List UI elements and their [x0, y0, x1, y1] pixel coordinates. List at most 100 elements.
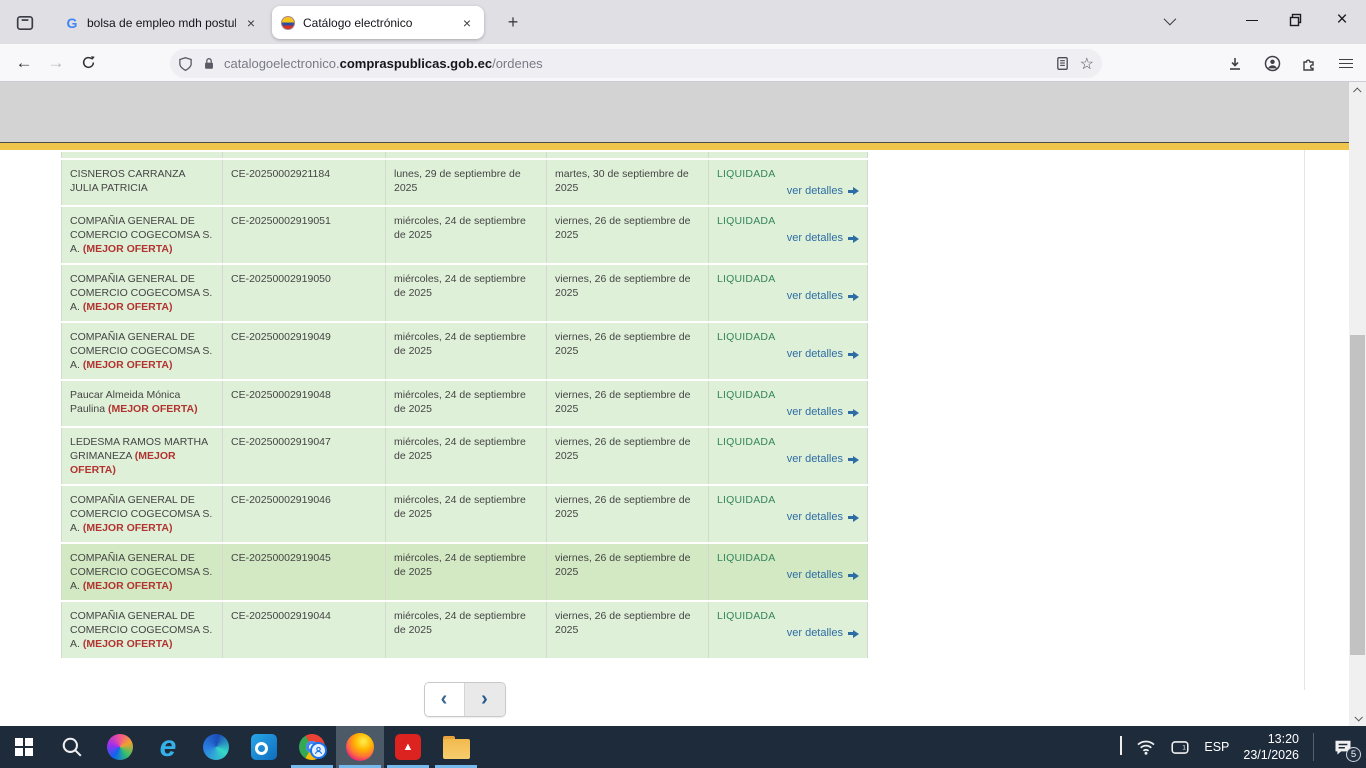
end-date-cell: viernes, 26 de septiembre de 2025: [547, 486, 709, 542]
ver-detalles-link[interactable]: ver detalles: [787, 627, 843, 639]
taskbar-search-button[interactable]: [48, 726, 96, 768]
status-badge: LIQUIDADA: [717, 609, 859, 623]
firefox-view-icon[interactable]: [10, 11, 40, 35]
order-code-cell: CE-20250002919047: [223, 428, 386, 484]
tray-expand-button[interactable]: [1120, 738, 1122, 756]
account-icon: [1264, 55, 1281, 72]
status-badge: LIQUIDADA: [717, 272, 859, 286]
tab-title: bolsa de empleo mdh postular: [87, 16, 236, 30]
tab-close-icon[interactable]: ×: [242, 15, 260, 31]
scroll-down-button[interactable]: [1349, 709, 1366, 726]
scroll-up-button[interactable]: [1349, 82, 1366, 99]
reload-button[interactable]: [72, 49, 104, 77]
order-code-cell: CE-20250002919045: [223, 544, 386, 600]
shield-icon: [178, 56, 193, 72]
system-tray: 1 ESP 13:20 23/1/2026 5: [1120, 726, 1366, 768]
end-date-cell: martes, 30 de septiembre de 2025: [547, 160, 709, 205]
chevron-up-icon: [1120, 736, 1122, 755]
chevron-down-icon: [1163, 12, 1176, 25]
wifi-icon[interactable]: [1136, 739, 1156, 755]
chevron-down-icon: [1354, 713, 1362, 721]
arrow-right-icon: [848, 511, 859, 525]
new-tab-button[interactable]: +: [500, 10, 526, 36]
tab-bolsa-empleo[interactable]: G bolsa de empleo mdh postular ×: [56, 6, 268, 39]
ver-detalles-link[interactable]: ver detalles: [787, 348, 843, 360]
tab-catalogo-electronico[interactable]: Catálogo electrónico ×: [272, 6, 484, 39]
scrollbar-thumb[interactable]: [1350, 335, 1365, 655]
ver-detalles-link[interactable]: ver detalles: [787, 453, 843, 465]
start-date-cell: lunes, 29 de septiembre de 2025: [386, 160, 547, 205]
arrow-right-icon: [848, 627, 859, 641]
table-row: COMPAÑIA GENERAL DE COMERCIO COGECOMSA S…: [61, 207, 868, 263]
prev-page-button[interactable]: ‹: [425, 683, 465, 716]
taskbar-clock[interactable]: 13:20 23/1/2026: [1243, 731, 1299, 763]
ver-detalles-link[interactable]: ver detalles: [787, 232, 843, 244]
downloads-button[interactable]: [1221, 50, 1249, 78]
notification-center-button[interactable]: 5: [1328, 732, 1358, 762]
forward-button[interactable]: →: [40, 49, 72, 77]
firefox-button[interactable]: [336, 726, 384, 768]
end-date-cell: viernes, 26 de septiembre de 2025: [547, 323, 709, 379]
provider-cell: COMPAÑIA GENERAL DE COMERCIO COGECOMSA S…: [61, 323, 223, 379]
chrome-button[interactable]: [288, 726, 336, 768]
ver-detalles-link[interactable]: ver detalles: [787, 511, 843, 523]
orders-table-body: CISNEROS CARRANZA JULIA PATRICIA CE-2025…: [61, 152, 868, 658]
internet-explorer-button[interactable]: e: [144, 726, 192, 768]
start-date-cell: miércoles, 24 de septiembre de 2025: [386, 602, 547, 658]
acrobat-button[interactable]: ▲: [384, 726, 432, 768]
ver-detalles-link[interactable]: ver detalles: [787, 569, 843, 581]
start-date-cell: miércoles, 24 de septiembre de 2025: [386, 486, 547, 542]
content-panel-border: [1304, 150, 1305, 690]
vertical-scrollbar[interactable]: [1349, 82, 1366, 726]
status-badge: LIQUIDADA: [717, 493, 859, 507]
ver-detalles-link[interactable]: ver detalles: [787, 185, 843, 197]
hamburger-icon: [1339, 59, 1353, 68]
account-button[interactable]: [1258, 50, 1286, 78]
list-tabs-button[interactable]: [1146, 0, 1190, 40]
arrow-right-icon: [848, 453, 859, 467]
url-bar[interactable]: catalogoelectronico.compraspublicas.gob.…: [170, 49, 1102, 78]
google-favicon: G: [64, 15, 80, 31]
page-content: CISNEROS CARRANZA JULIA PATRICIA CE-2025…: [0, 150, 1349, 726]
next-page-button[interactable]: ›: [465, 683, 505, 716]
notification-badge: 5: [1346, 747, 1361, 762]
language-indicator[interactable]: ESP: [1204, 740, 1229, 754]
minimize-button[interactable]: [1230, 0, 1274, 40]
edge-button[interactable]: [192, 726, 240, 768]
status-badge: LIQUIDADA: [717, 435, 859, 449]
order-code-cell: CE-20250002919051: [223, 207, 386, 263]
start-date-cell: miércoles, 24 de septiembre de 2025: [386, 381, 547, 426]
file-explorer-button[interactable]: [432, 726, 480, 768]
provider-cell: COMPAÑIA GENERAL DE COMERCIO COGECOMSA S…: [61, 207, 223, 263]
start-button[interactable]: [0, 726, 48, 768]
orders-table: CISNEROS CARRANZA JULIA PATRICIA CE-2025…: [61, 150, 868, 660]
start-date-cell: miércoles, 24 de septiembre de 2025: [386, 323, 547, 379]
status-badge: LIQUIDADA: [717, 551, 859, 565]
back-button[interactable]: ←: [8, 49, 40, 77]
reader-view-icon[interactable]: [1055, 56, 1070, 71]
order-code-cell: CE-20250002919044: [223, 602, 386, 658]
outlook-button[interactable]: [240, 726, 288, 768]
mejor-oferta-label: (MEJOR OFERTA): [83, 243, 173, 255]
ver-detalles-link[interactable]: ver detalles: [787, 290, 843, 302]
start-date-cell: miércoles, 24 de septiembre de 2025: [386, 428, 547, 484]
display-connect-icon[interactable]: 1: [1170, 739, 1190, 756]
order-code-cell: CE-20250002919046: [223, 486, 386, 542]
tab-title: Catálogo electrónico: [303, 16, 452, 30]
menu-button[interactable]: [1332, 50, 1360, 78]
close-window-button[interactable]: ×: [1320, 0, 1364, 40]
status-cell: LIQUIDADA ver detalles: [709, 323, 868, 379]
restore-button[interactable]: [1274, 0, 1318, 40]
tab-close-icon[interactable]: ×: [458, 15, 476, 31]
extensions-button[interactable]: [1295, 50, 1323, 78]
start-date-cell: miércoles, 24 de septiembre de 2025: [386, 265, 547, 321]
mejor-oferta-label: (MEJOR OFERTA): [83, 522, 173, 534]
status-cell: LIQUIDADA ver detalles: [709, 207, 868, 263]
date: 23/1/2026: [1243, 748, 1299, 762]
url-text: catalogoelectronico.compraspublicas.gob.…: [224, 56, 1047, 71]
copilot-button[interactable]: [96, 726, 144, 768]
bookmark-star-icon[interactable]: ☆: [1080, 54, 1094, 74]
ver-detalles-link[interactable]: ver detalles: [787, 406, 843, 418]
provider-cell: CISNEROS CARRANZA JULIA PATRICIA: [61, 160, 223, 205]
provider-cell: COMPAÑIA GENERAL DE COMERCIO COGECOMSA S…: [61, 265, 223, 321]
